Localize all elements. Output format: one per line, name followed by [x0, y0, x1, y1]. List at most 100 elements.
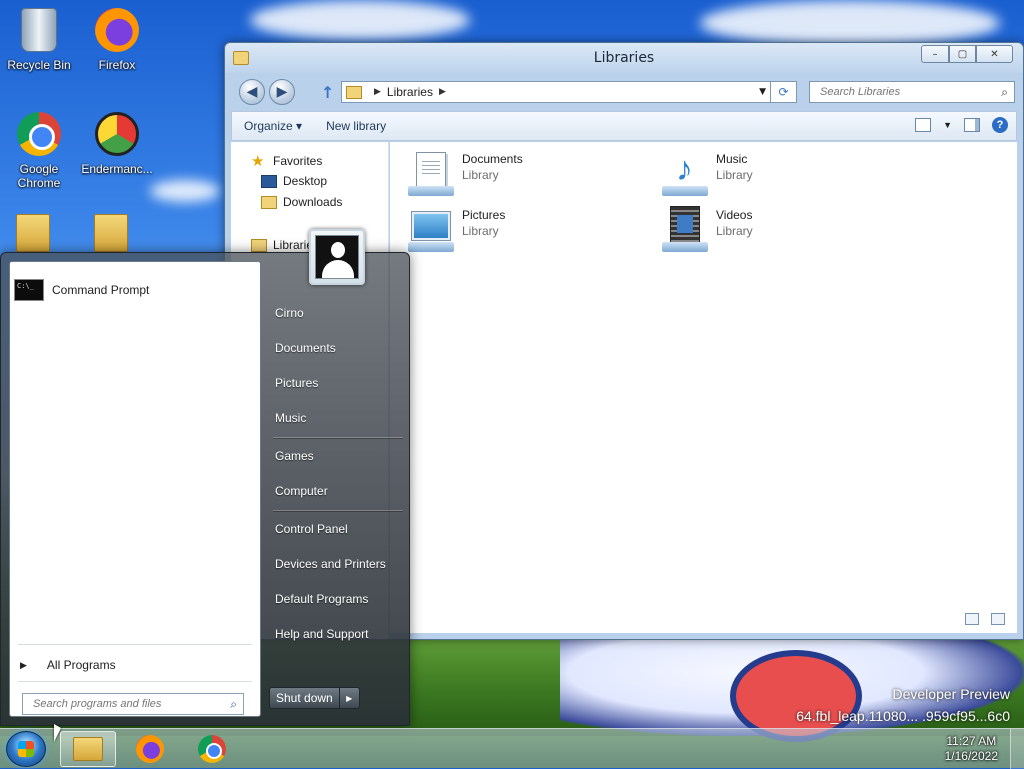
desktop-icon-folder[interactable]: [16, 214, 56, 252]
chrome-icon: [198, 735, 226, 763]
desktop-icon-recycle-bin[interactable]: Recycle Bin: [2, 8, 76, 72]
videos-library-icon: [662, 206, 708, 252]
start-link-games[interactable]: Games: [275, 449, 314, 463]
breadcrumb-arrow-icon[interactable]: ▶: [374, 87, 381, 97]
libraries-content: Documents Library ♪ Music Library Pictur…: [390, 142, 1017, 633]
window-titlebar[interactable]: Libraries – ▢ ✕: [225, 43, 1023, 73]
start-search-input[interactable]: [31, 697, 211, 711]
command-bar: Organize ▾ New library ▼ ?: [231, 111, 1017, 141]
user-avatar[interactable]: [309, 229, 365, 285]
maximize-button[interactable]: ▢: [949, 45, 976, 63]
start-link-devices-printers[interactable]: Devices and Printers: [275, 557, 386, 571]
library-name: Videos: [716, 208, 753, 222]
start-link-computer[interactable]: Computer: [275, 484, 328, 498]
program-command-prompt[interactable]: C:\_ Command Prompt: [14, 276, 256, 304]
music-library-icon: ♪: [662, 150, 708, 196]
shutdown-group: Shut down ▶: [269, 687, 360, 709]
desktop-icon-label: Google Chrome: [17, 162, 61, 190]
start-link-help-support[interactable]: Help and Support: [275, 627, 368, 641]
library-pictures[interactable]: Pictures Library: [408, 206, 505, 252]
all-programs-button[interactable]: ▶ All Programs: [20, 658, 116, 672]
forward-button[interactable]: ▶: [269, 79, 295, 105]
command-prompt-icon: C:\_: [14, 279, 44, 301]
start-menu: C:\_ Command Prompt ▶ All Programs ⌕ Cir…: [0, 229, 411, 727]
all-programs-label: All Programs: [46, 658, 116, 672]
start-link-control-panel[interactable]: Control Panel: [275, 522, 348, 536]
view-toggle: [965, 613, 1005, 625]
nav-favorites[interactable]: ★ Favorites: [251, 152, 322, 170]
start-link-music[interactable]: Music: [275, 411, 306, 425]
library-documents[interactable]: Documents Library: [408, 150, 523, 196]
organize-menu[interactable]: Organize ▾: [232, 119, 314, 133]
clock-date: 1/16/2022: [944, 749, 998, 763]
view-dropdown-icon[interactable]: ▼: [943, 120, 952, 130]
start-link-pictures[interactable]: Pictures: [275, 376, 318, 390]
library-music[interactable]: ♪ Music Library: [662, 150, 753, 196]
library-videos[interactable]: Videos Library: [662, 206, 753, 252]
desktop-icon-firefox[interactable]: Firefox: [80, 8, 154, 72]
endermanch-icon: [93, 112, 141, 160]
shutdown-options-arrow-icon[interactable]: ▶: [339, 687, 360, 709]
shutdown-button[interactable]: Shut down: [269, 687, 340, 709]
start-search-box[interactable]: ⌕: [22, 693, 244, 715]
search-icon[interactable]: ⌕: [230, 697, 237, 712]
desktop-icon-label: Firefox: [98, 58, 136, 72]
desktop-icon-google-chrome[interactable]: Google Chrome: [2, 112, 76, 190]
nav-downloads[interactable]: Downloads: [261, 195, 342, 209]
build-watermark-line1: Developer Preview: [892, 686, 1011, 702]
taskbar-clock[interactable]: 11:27 AM 1/16/2022: [945, 734, 998, 764]
program-label: Command Prompt: [52, 283, 150, 297]
close-button[interactable]: ✕: [976, 45, 1013, 63]
address-dropdown-icon[interactable]: ▼: [759, 87, 766, 97]
back-button[interactable]: ◀: [239, 79, 265, 105]
divider: [18, 644, 252, 645]
library-type: Library: [462, 224, 499, 238]
wallpaper-cloud: [250, 0, 470, 40]
libraries-folder-icon: [251, 238, 267, 252]
show-desktop-button[interactable]: [1010, 729, 1024, 769]
breadcrumb-arrow-icon[interactable]: ▶: [439, 87, 446, 97]
chrome-icon: [15, 112, 63, 160]
breadcrumb-libraries[interactable]: Libraries: [387, 85, 433, 99]
nav-desktop[interactable]: Desktop: [261, 174, 327, 188]
start-link-default-programs[interactable]: Default Programs: [275, 592, 368, 606]
star-icon: ★: [251, 153, 265, 170]
nav-favorites-label: Favorites: [273, 154, 323, 168]
start-link-documents[interactable]: Documents: [275, 341, 336, 355]
taskbar-firefox[interactable]: [122, 731, 178, 767]
search-box[interactable]: ⌕: [809, 81, 1015, 103]
address-row: ◀ ▶ ↑ ▶ Libraries ▶ ▼ ⟳ ⌕: [225, 75, 1023, 109]
search-input[interactable]: [818, 85, 988, 99]
help-icon[interactable]: ?: [992, 117, 1008, 133]
start-button[interactable]: [6, 731, 46, 767]
desktop-icon-endermanch[interactable]: Endermanc...: [80, 112, 154, 176]
refresh-button[interactable]: ⟳: [771, 81, 797, 103]
taskbar-chrome[interactable]: [184, 731, 240, 767]
divider: [273, 510, 403, 511]
nav-downloads-label: Downloads: [283, 195, 343, 209]
address-bar[interactable]: ▶ Libraries ▶ ▼: [341, 81, 771, 103]
library-name: Documents: [462, 152, 523, 166]
wallpaper-cloud: [700, 0, 1000, 46]
minimize-button[interactable]: –: [921, 45, 949, 63]
desktop-icon-zip-folder[interactable]: [94, 214, 134, 252]
new-library-button[interactable]: New library: [314, 119, 398, 133]
start-link-user[interactable]: Cirno: [275, 306, 304, 320]
up-arrow-icon[interactable]: ↑: [321, 83, 334, 102]
pictures-library-icon: [408, 206, 454, 252]
mouse-cursor-icon: [54, 724, 61, 742]
clock-time: 11:27 AM: [946, 734, 997, 748]
preview-pane-icon[interactable]: [964, 118, 980, 132]
details-view-icon[interactable]: [965, 613, 979, 625]
change-view-icon[interactable]: [915, 118, 932, 132]
desktop-icon-label: Recycle Bin: [7, 58, 71, 72]
window-title: Libraries: [593, 50, 655, 66]
start-menu-places-pane: Cirno Documents Pictures Music Games Com…: [265, 229, 411, 727]
wallpaper-cloud: [150, 180, 220, 202]
desktop-icon: [261, 174, 277, 188]
explorer-icon: [73, 737, 103, 761]
search-icon[interactable]: ⌕: [1001, 85, 1008, 100]
library-type: Library: [716, 224, 753, 238]
large-icons-view-icon[interactable]: [991, 613, 1005, 625]
taskbar-explorer[interactable]: [60, 731, 116, 767]
